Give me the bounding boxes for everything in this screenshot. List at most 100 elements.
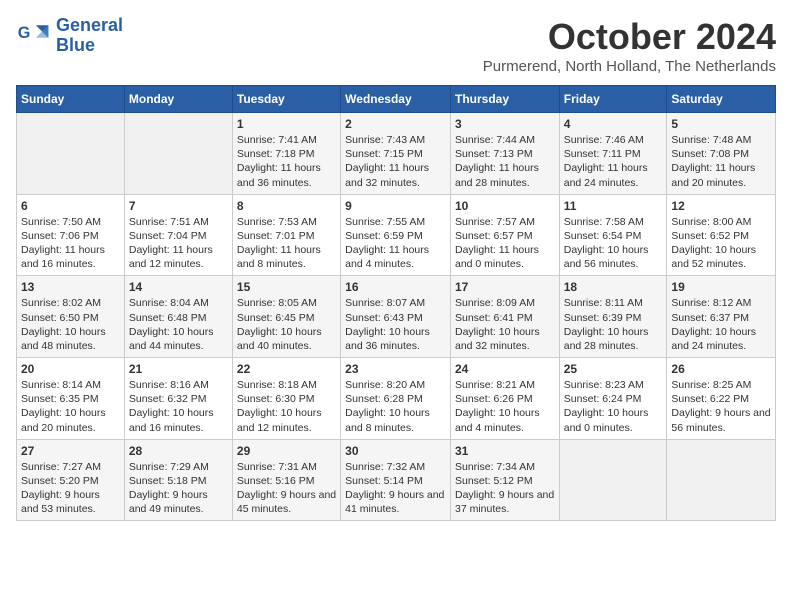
cell-content: Sunrise: 7:53 AM Sunset: 7:01 PM Dayligh… xyxy=(237,215,336,272)
calendar-cell: 20Sunrise: 8:14 AM Sunset: 6:35 PM Dayli… xyxy=(17,358,125,440)
day-number: 19 xyxy=(671,280,771,294)
logo-line2: Blue xyxy=(56,36,123,56)
cell-content: Sunrise: 8:00 AM Sunset: 6:52 PM Dayligh… xyxy=(671,215,771,272)
page-header: G General Blue October 2024 Purmerend, N… xyxy=(16,16,776,75)
cell-content: Sunrise: 7:51 AM Sunset: 7:04 PM Dayligh… xyxy=(129,215,228,272)
day-number: 12 xyxy=(671,199,771,213)
day-number: 29 xyxy=(237,444,336,458)
calendar-table: Sunday Monday Tuesday Wednesday Thursday… xyxy=(16,85,776,521)
calendar-cell: 11Sunrise: 7:58 AM Sunset: 6:54 PM Dayli… xyxy=(559,194,667,276)
calendar-row: 6 Sunrise: 7:50 AM Sunset: 7:06 PM Daylig… xyxy=(17,194,776,276)
col-tuesday: Tuesday xyxy=(232,86,340,113)
location-title: Purmerend, North Holland, The Netherland… xyxy=(483,58,776,75)
calendar-cell: 10Sunrise: 7:57 AM Sunset: 6:57 PM Dayli… xyxy=(450,194,559,276)
logo-icon: G xyxy=(16,18,52,54)
calendar-cell: 26 Sunrise: 8:25 AM Sunset: 6:22 PM Dayli… xyxy=(667,358,776,440)
calendar-cell: 13Sunrise: 8:02 AM Sunset: 6:50 PM Dayli… xyxy=(17,276,125,358)
cell-content: Sunrise: 7:48 AM Sunset: 7:08 PM Dayligh… xyxy=(671,133,771,190)
cell-content: Sunrise: 8:12 AM Sunset: 6:37 PM Dayligh… xyxy=(671,296,771,353)
title-block: October 2024 Purmerend, North Holland, T… xyxy=(483,16,776,75)
cell-content: Sunrise: 7:57 AM Sunset: 6:57 PM Dayligh… xyxy=(455,215,555,272)
calendar-cell: 31 Sunrise: 7:34 AM Sunset: 5:12 PM Dayli… xyxy=(450,439,559,521)
logo-line1: General xyxy=(56,16,123,36)
day-number: 7 xyxy=(129,199,228,213)
day-number: 27 xyxy=(21,444,120,458)
day-number: 17 xyxy=(455,280,555,294)
cell-content: Sunrise: 7:44 AM Sunset: 7:13 PM Dayligh… xyxy=(455,133,555,190)
logo: G General Blue xyxy=(16,16,123,56)
day-number: 31 xyxy=(455,444,555,458)
cell-content: Sunrise: 8:14 AM Sunset: 6:35 PM Dayligh… xyxy=(21,378,120,435)
col-sunday: Sunday xyxy=(17,86,125,113)
day-number: 9 xyxy=(345,199,446,213)
cell-content: Sunrise: 7:55 AM Sunset: 6:59 PM Dayligh… xyxy=(345,215,446,272)
cell-content: Sunrise: 7:43 AM Sunset: 7:15 PM Dayligh… xyxy=(345,133,446,190)
month-title: October 2024 xyxy=(483,16,776,58)
calendar-cell: 23 Sunrise: 8:20 AM Sunset: 6:28 PM Dayli… xyxy=(341,358,451,440)
calendar-cell: 15Sunrise: 8:05 AM Sunset: 6:45 PM Dayli… xyxy=(232,276,340,358)
calendar-cell: 21Sunrise: 8:16 AM Sunset: 6:32 PM Dayli… xyxy=(124,358,232,440)
cell-content: Sunrise: 8:05 AM Sunset: 6:45 PM Dayligh… xyxy=(237,296,336,353)
col-thursday: Thursday xyxy=(450,86,559,113)
calendar-row: 20Sunrise: 8:14 AM Sunset: 6:35 PM Dayli… xyxy=(17,358,776,440)
day-number: 28 xyxy=(129,444,228,458)
day-number: 16 xyxy=(345,280,446,294)
day-number: 5 xyxy=(671,117,771,131)
cell-content: Sunrise: 7:50 AM Sunset: 7:06 PM Dayligh… xyxy=(21,215,120,272)
calendar-cell: 27 Sunrise: 7:27 AM Sunset: 5:20 PM Dayli… xyxy=(17,439,125,521)
cell-content: Sunrise: 7:41 AM Sunset: 7:18 PM Dayligh… xyxy=(237,133,336,190)
cell-content: Sunrise: 8:18 AM Sunset: 6:30 PM Dayligh… xyxy=(237,378,336,435)
calendar-cell: 30 Sunrise: 7:32 AM Sunset: 5:14 PM Dayli… xyxy=(341,439,451,521)
day-number: 23 xyxy=(345,362,446,376)
day-number: 30 xyxy=(345,444,446,458)
cell-content: Sunrise: 8:25 AM Sunset: 6:22 PM Dayligh… xyxy=(671,378,771,435)
cell-content: Sunrise: 8:11 AM Sunset: 6:39 PM Dayligh… xyxy=(564,296,663,353)
cell-content: Sunrise: 7:34 AM Sunset: 5:12 PM Dayligh… xyxy=(455,460,555,517)
calendar-cell: 2Sunrise: 7:43 AM Sunset: 7:15 PM Daylig… xyxy=(341,113,451,195)
calendar-row: 27 Sunrise: 7:27 AM Sunset: 5:20 PM Dayli… xyxy=(17,439,776,521)
calendar-cell: 4Sunrise: 7:46 AM Sunset: 7:11 PM Daylig… xyxy=(559,113,667,195)
col-friday: Friday xyxy=(559,86,667,113)
cell-content: Sunrise: 8:23 AM Sunset: 6:24 PM Dayligh… xyxy=(564,378,663,435)
calendar-row: 1 Sunrise: 7:41 AM Sunset: 7:18 PM Daylig… xyxy=(17,113,776,195)
day-number: 18 xyxy=(564,280,663,294)
day-number: 25 xyxy=(564,362,663,376)
cell-content: Sunrise: 7:29 AM Sunset: 5:18 PM Dayligh… xyxy=(129,460,228,517)
calendar-cell xyxy=(667,439,776,521)
cell-content: Sunrise: 8:20 AM Sunset: 6:28 PM Dayligh… xyxy=(345,378,446,435)
day-number: 14 xyxy=(129,280,228,294)
calendar-cell: 25 Sunrise: 8:23 AM Sunset: 6:24 PM Dayli… xyxy=(559,358,667,440)
day-number: 4 xyxy=(564,117,663,131)
day-number: 3 xyxy=(455,117,555,131)
cell-content: Sunrise: 8:02 AM Sunset: 6:50 PM Dayligh… xyxy=(21,296,120,353)
calendar-cell xyxy=(17,113,125,195)
day-number: 24 xyxy=(455,362,555,376)
day-number: 26 xyxy=(671,362,771,376)
calendar-cell: 18 Sunrise: 8:11 AM Sunset: 6:39 PM Dayli… xyxy=(559,276,667,358)
logo-text: General Blue xyxy=(56,16,123,56)
calendar-cell: 7 Sunrise: 7:51 AM Sunset: 7:04 PM Daylig… xyxy=(124,194,232,276)
calendar-cell: 22 Sunrise: 8:18 AM Sunset: 6:30 PM Dayli… xyxy=(232,358,340,440)
cell-content: Sunrise: 8:09 AM Sunset: 6:41 PM Dayligh… xyxy=(455,296,555,353)
col-monday: Monday xyxy=(124,86,232,113)
svg-text:G: G xyxy=(18,24,31,42)
cell-content: Sunrise: 8:04 AM Sunset: 6:48 PM Dayligh… xyxy=(129,296,228,353)
cell-content: Sunrise: 7:32 AM Sunset: 5:14 PM Dayligh… xyxy=(345,460,446,517)
day-number: 8 xyxy=(237,199,336,213)
cell-content: Sunrise: 7:27 AM Sunset: 5:20 PM Dayligh… xyxy=(21,460,120,517)
calendar-cell: 6 Sunrise: 7:50 AM Sunset: 7:06 PM Daylig… xyxy=(17,194,125,276)
calendar-cell: 28 Sunrise: 7:29 AM Sunset: 5:18 PM Dayli… xyxy=(124,439,232,521)
calendar-cell: 8 Sunrise: 7:53 AM Sunset: 7:01 PM Daylig… xyxy=(232,194,340,276)
day-number: 1 xyxy=(237,117,336,131)
calendar-cell: 19 Sunrise: 8:12 AM Sunset: 6:37 PM Dayli… xyxy=(667,276,776,358)
day-number: 22 xyxy=(237,362,336,376)
col-saturday: Saturday xyxy=(667,86,776,113)
calendar-cell: 24Sunrise: 8:21 AM Sunset: 6:26 PM Dayli… xyxy=(450,358,559,440)
calendar-cell: 29Sunrise: 7:31 AM Sunset: 5:16 PM Dayli… xyxy=(232,439,340,521)
calendar-cell: 17 Sunrise: 8:09 AM Sunset: 6:41 PM Dayli… xyxy=(450,276,559,358)
calendar-cell: 1 Sunrise: 7:41 AM Sunset: 7:18 PM Daylig… xyxy=(232,113,340,195)
calendar-cell xyxy=(559,439,667,521)
day-number: 6 xyxy=(21,199,120,213)
calendar-row: 13Sunrise: 8:02 AM Sunset: 6:50 PM Dayli… xyxy=(17,276,776,358)
cell-content: Sunrise: 8:16 AM Sunset: 6:32 PM Dayligh… xyxy=(129,378,228,435)
